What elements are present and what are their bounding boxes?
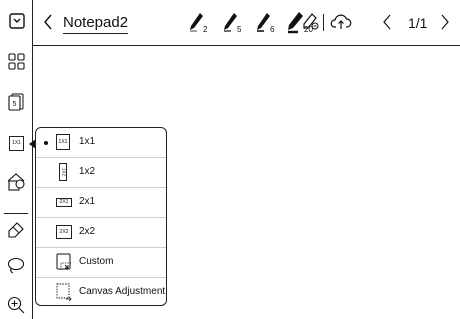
toolbar-separator <box>323 14 324 31</box>
pen-icon[interactable] <box>255 11 271 33</box>
menu-item-1x2[interactable]: 1X2 1x2 <box>36 158 166 188</box>
page-indicator[interactable]: 1/1 <box>408 15 427 31</box>
view-toggle-icon[interactable] <box>9 13 25 29</box>
zoom-in-icon[interactable] <box>7 296 25 314</box>
custom-template-icon <box>56 253 72 271</box>
pen-size-label: 2 <box>203 25 208 34</box>
layout-1x2-icon: 1X2 <box>59 163 67 181</box>
grid-view-icon[interactable] <box>8 53 25 70</box>
pen-icon[interactable] <box>188 11 204 33</box>
menu-item-label: 2x2 <box>79 226 96 237</box>
shapes-icon[interactable] <box>7 173 26 191</box>
layout-1x1-icon[interactable]: 1X1 <box>9 136 24 151</box>
menu-item-label: Canvas Adjustment <box>79 286 166 297</box>
next-page-chevron-icon[interactable] <box>440 14 450 30</box>
layout-2x2-icon: 2X2 <box>56 225 72 239</box>
template-layout-menu: 1X1 1x1 1X2 1x2 2X1 2x1 2X2 2x2 Custom C… <box>35 127 167 306</box>
menu-item-label: 1x2 <box>79 166 96 177</box>
notebook-title[interactable]: Notepad2 <box>63 14 129 34</box>
menu-item-label: 2x1 <box>79 196 96 207</box>
layout-1x2-label: 1X2 <box>59 163 67 181</box>
page-template-icon[interactable]: 5 <box>8 93 24 111</box>
stroke-eraser-icon[interactable] <box>7 221 25 239</box>
canvas-adjustment-icon <box>56 283 72 301</box>
menu-item-label: Custom <box>79 256 114 267</box>
layout-1x1-icon: 1X1 <box>56 134 70 150</box>
toolbar-divider <box>32 0 33 45</box>
sidebar-divider <box>4 213 28 214</box>
cloud-sync-icon[interactable] <box>330 13 352 31</box>
menu-item-2x1[interactable]: 2X1 2x1 <box>36 188 166 218</box>
pen-size-label: 6 <box>270 25 275 34</box>
menu-item-2x2[interactable]: 2X2 2x2 <box>36 218 166 248</box>
layout-2x1-icon: 2X1 <box>56 198 72 207</box>
menu-item-custom[interactable]: Custom <box>36 248 166 278</box>
menu-item-1x1[interactable]: 1X1 1x1 <box>36 128 166 158</box>
back-chevron-icon[interactable] <box>43 14 53 30</box>
top-toolbar: Notepad2 2 5 6 20 1/1 <box>0 0 460 46</box>
menu-item-canvas-adjustment[interactable]: Canvas Adjustment <box>36 278 166 307</box>
pen-icon[interactable] <box>222 11 238 33</box>
eraser-icon[interactable] <box>302 12 320 32</box>
selected-indicator <box>44 141 48 145</box>
previous-page-chevron-icon[interactable] <box>382 14 392 30</box>
pen-size-label: 5 <box>237 25 242 34</box>
lasso-icon[interactable] <box>7 257 25 275</box>
svg-text:5: 5 <box>13 101 17 108</box>
left-sidebar: 5 1X1 <box>0 45 33 319</box>
menu-item-label: 1x1 <box>79 136 96 147</box>
